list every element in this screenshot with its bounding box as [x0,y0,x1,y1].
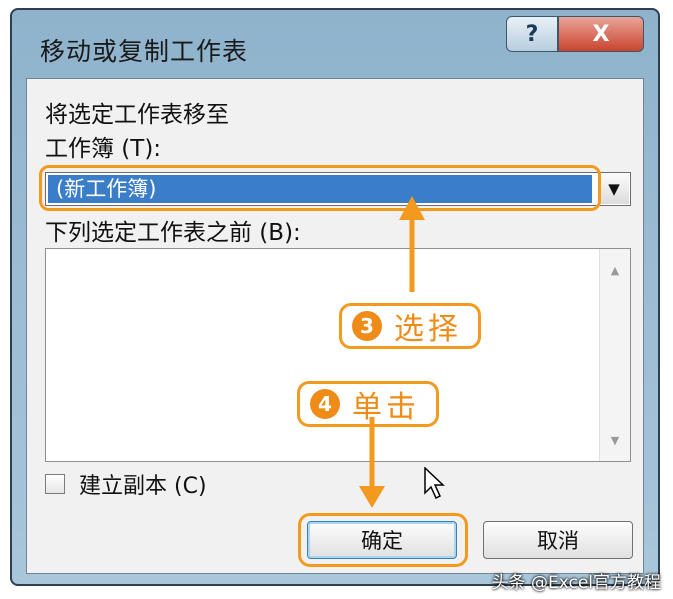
dropdown-arrow-icon[interactable]: ▼ [598,174,629,204]
cancel-button[interactable]: 取消 [483,521,633,559]
before-sheet-listbox[interactable]: ▲ ▼ [45,248,631,462]
step4-number-badge: 4 [310,389,340,419]
help-button[interactable]: ? [506,16,558,52]
step3-number-badge: 3 [352,311,382,341]
step4-highlight-frame [298,513,468,567]
copy-checkbox[interactable] [45,474,65,494]
copy-checkbox-label: 建立副本 (C) [79,474,207,499]
caption-buttons: ? X [506,16,644,54]
dialog-title: 移动或复制工作表 [40,37,249,66]
listbox-scrollbar[interactable]: ▲ ▼ [599,249,630,461]
workbook-label: 工作簿 (T): [45,136,162,162]
watermark: 头条 @Excel官方教程 [491,573,661,593]
step3-callout: 3 选择 [339,303,481,349]
step3-callout-text: 选择 [394,312,462,347]
before-sheet-label: 下列选定工作表之前 (B): [45,220,301,246]
step4-callout-text: 单击 [352,390,420,425]
dialog-body: 将选定工作表移至 工作簿 (T): (新工作簿) ▼ 下列选定工作表之前 (B)… [26,78,644,574]
page: 移动或复制工作表 ? X 将选定工作表移至 工作簿 (T): (新工作簿) ▼ … [0,0,673,599]
dialog-window: 移动或复制工作表 ? X 将选定工作表移至 工作簿 (T): (新工作簿) ▼ … [10,8,660,586]
move-to-label: 将选定工作表移至 [45,102,229,128]
mouse-cursor-icon [424,467,445,500]
close-button[interactable]: X [558,16,644,52]
scroll-up-icon[interactable]: ▲ [600,257,630,283]
step3-highlight-frame [39,165,601,211]
scroll-down-icon[interactable]: ▼ [600,427,630,453]
copy-checkbox-row[interactable]: 建立副本 (C) [45,469,207,499]
title-bar: 移动或复制工作表 ? X [12,10,658,78]
step4-callout: 4 单击 [297,381,439,427]
